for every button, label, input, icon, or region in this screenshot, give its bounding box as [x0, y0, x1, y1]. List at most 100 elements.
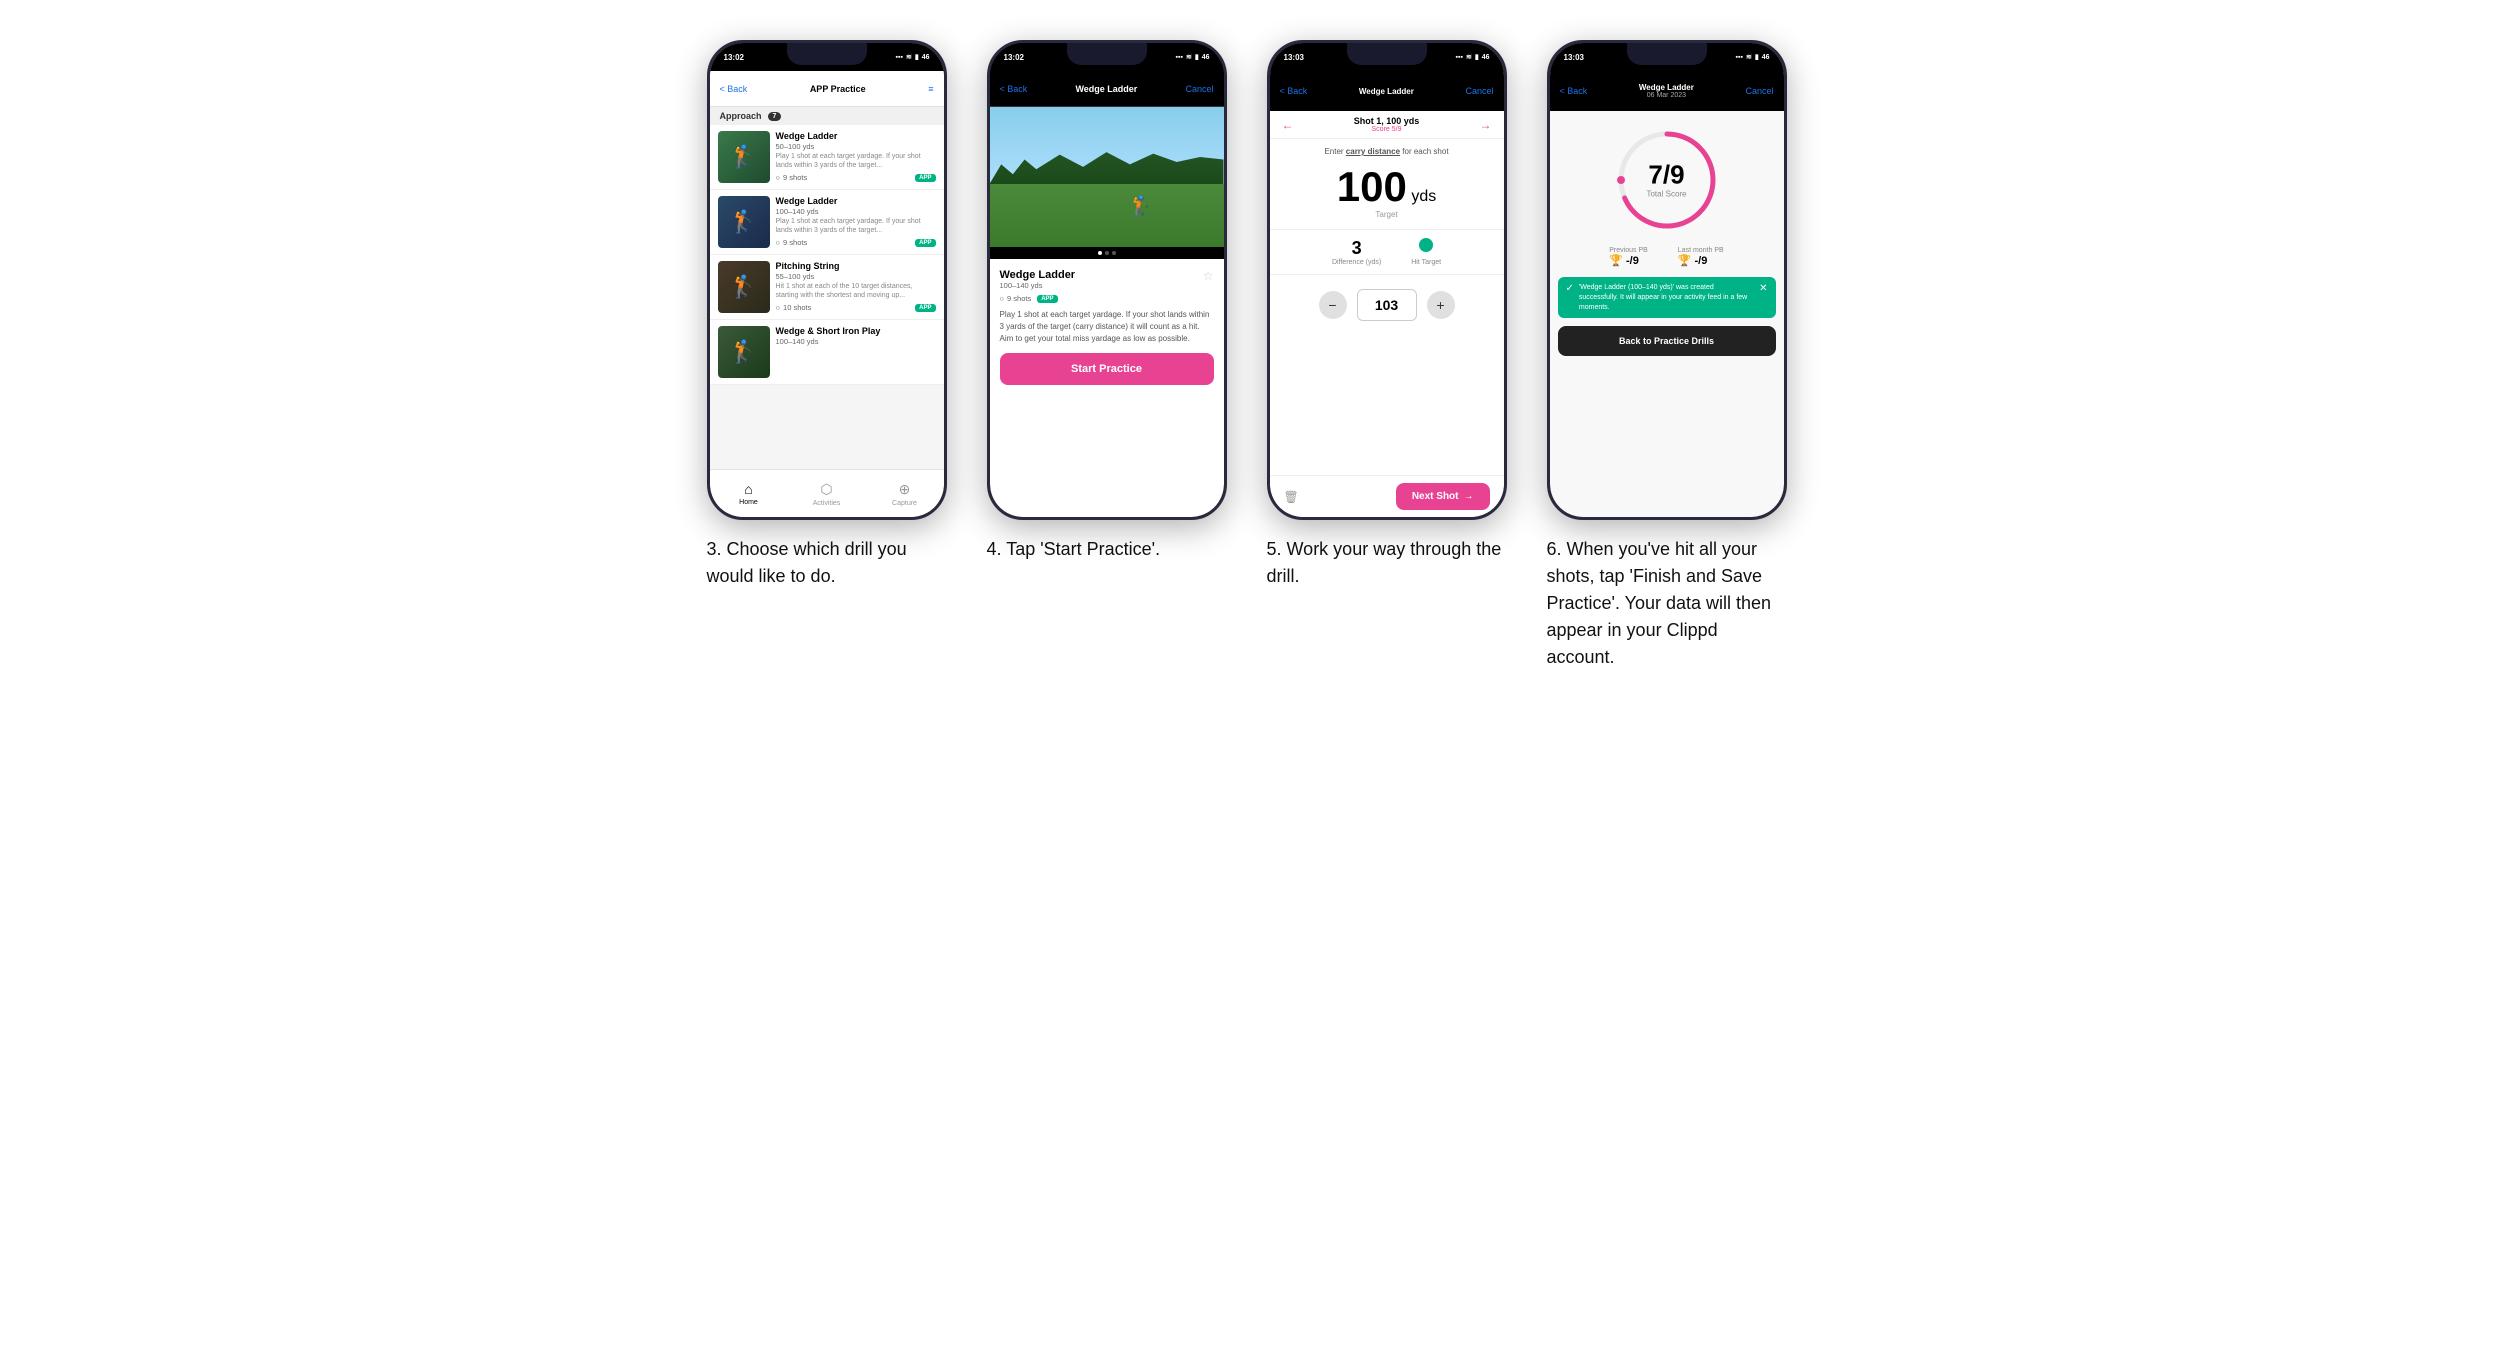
drill-info-3: Wedge & Short Iron Play 100–140 yds	[776, 326, 936, 378]
drill-name-1: Wedge Ladder	[776, 196, 936, 206]
golfer-icon-0: 🏌️	[730, 144, 757, 170]
drill-info-1: Wedge Ladder 100–140 yds Play 1 shot at …	[776, 196, 936, 248]
caption-2: 4. Tap 'Start Practice'.	[987, 536, 1227, 563]
phone-notch-1	[787, 43, 867, 65]
dot-1	[1098, 251, 1102, 255]
drill-thumb-1: 🏌️	[718, 196, 770, 248]
caption-4: 6. When you've hit all your shots, tap '…	[1547, 536, 1787, 671]
cancel-button-2[interactable]: Cancel	[1185, 84, 1213, 94]
nav-bar-2: < Back Wedge Ladder Cancel	[990, 71, 1224, 107]
phone-frame-1: 13:02 ▪▪▪ ≋ ▮ 46 < Back APP Practice ≡	[707, 40, 947, 520]
tab-home[interactable]: ⌂ Home	[710, 470, 788, 517]
drill-footer-1: ○ 9 shots APP	[776, 238, 936, 247]
target-yds: 100	[1337, 163, 1407, 210]
back-button-2[interactable]: < Back	[1000, 84, 1028, 94]
nav-title-3: Wedge Ladder	[1307, 87, 1465, 96]
signal-icon-4: ▪▪▪	[1736, 54, 1743, 61]
phone-screen-1: 13:02 ▪▪▪ ≋ ▮ 46 < Back APP Practice ≡	[710, 43, 944, 517]
next-shot-bar: 🗑 Next Shot →	[1270, 475, 1504, 517]
battery-icon-2: ▮	[1195, 53, 1199, 61]
status-icons-2: ▪▪▪ ≋ ▮ 46	[1176, 53, 1210, 61]
drill-yds-3: 100–140 yds	[776, 337, 936, 346]
clock-icon-p2: ○	[1000, 294, 1005, 303]
drill-name-p2: Wedge Ladder	[1000, 269, 1076, 281]
carry-instruction: Enter carry distance for each shot	[1270, 139, 1504, 160]
drill-image-2: 🏌️	[718, 261, 770, 313]
nav-bar-1: < Back APP Practice ≡	[710, 71, 944, 107]
wifi-icon-4: ≋	[1746, 53, 1752, 61]
cancel-button-4[interactable]: Cancel	[1745, 86, 1773, 96]
shots-1: ○ 9 shots	[776, 238, 808, 247]
drill-info-p2: Wedge Ladder 100–140 yds	[1000, 269, 1076, 290]
capture-icon: ⊕	[899, 481, 911, 498]
drill-header-row: Wedge Ladder 100–140 yds ☆	[1000, 269, 1214, 290]
next-shot-button[interactable]: Next Shot →	[1396, 483, 1490, 510]
drill-item-1[interactable]: 🏌️ Wedge Ladder 100–140 yds Play 1 shot …	[710, 190, 944, 255]
drill-yds-2: 55–100 yds	[776, 272, 936, 281]
wifi-icon-2: ≋	[1186, 53, 1192, 61]
shots-2: ○ 10 shots	[776, 303, 812, 312]
drill-yds-1: 100–140 yds	[776, 207, 936, 216]
menu-icon-1[interactable]: ≡	[928, 84, 933, 94]
decrease-button[interactable]: −	[1319, 291, 1347, 319]
drill-yds-p2: 100–140 yds	[1000, 281, 1076, 290]
next-arrow[interactable]: →	[1480, 118, 1492, 132]
caption-3: 5. Work your way through the drill.	[1267, 536, 1507, 590]
phones-row: 13:02 ▪▪▪ ≋ ▮ 46 < Back APP Practice ≡	[552, 40, 1952, 671]
hit-target-label: Hit Target	[1411, 259, 1441, 266]
phone-col-1: 13:02 ▪▪▪ ≋ ▮ 46 < Back APP Practice ≡	[707, 40, 957, 590]
drill-item-0[interactable]: 🏌️ Wedge Ladder 50–100 yds Play 1 shot a…	[710, 125, 944, 190]
tab-capture[interactable]: ⊕ Capture	[866, 470, 944, 517]
cancel-button-3[interactable]: Cancel	[1465, 86, 1493, 96]
golfer-icon-2: 🏌️	[730, 274, 757, 300]
hit-circle-icon	[1419, 238, 1433, 252]
drill-image-1: 🏌️	[718, 196, 770, 248]
clock-icon-2: ○	[776, 303, 781, 312]
status-time-2: 13:02	[1004, 53, 1024, 62]
drill-footer-2: ○ 10 shots APP	[776, 303, 936, 312]
section-header-1: Approach 7	[710, 107, 944, 125]
back-button-1[interactable]: < Back	[720, 84, 748, 94]
drill-image-0: 🏌️	[718, 131, 770, 183]
drill-thumb-0: 🏌️	[718, 131, 770, 183]
nav-bar-3: < Back Wedge Ladder Cancel	[1270, 71, 1504, 111]
golfer-icon-1: 🏌️	[730, 209, 757, 235]
increase-button[interactable]: +	[1427, 291, 1455, 319]
phone-col-4: 13:03 ▪▪▪ ≋ ▮ 46 < Back Wedge Ladder 06 …	[1547, 40, 1797, 671]
drill-name-3: Wedge & Short Iron Play	[776, 326, 936, 336]
battery-icon-4: ▮	[1755, 53, 1759, 61]
back-to-drills-button[interactable]: Back to Practice Drills	[1558, 326, 1776, 356]
delete-icon[interactable]: 🗑	[1284, 490, 1299, 504]
close-toast-icon[interactable]: ✕	[1759, 283, 1767, 294]
start-practice-button[interactable]: Start Practice	[1000, 353, 1214, 385]
drill-image-3: 🏌️	[718, 326, 770, 378]
clock-icon-0: ○	[776, 173, 781, 182]
phone-frame-3: 13:03 ▪▪▪ ≋ ▮ 46 < Back Wedge Ladder Can…	[1267, 40, 1507, 520]
score-big: 7/9	[1646, 162, 1686, 188]
bottom-tabs: ⌂ Home ⬡ Activities ⊕ Capture	[710, 469, 944, 517]
section-label: Approach	[720, 111, 762, 121]
back-button-3[interactable]: < Back	[1280, 86, 1308, 96]
last-pb-item: Last month PB 🏆 -/9	[1678, 247, 1724, 267]
grass-bg	[990, 184, 1224, 247]
wifi-icon: ≋	[906, 53, 912, 61]
golfer-icon-3: 🏌️	[730, 339, 757, 365]
difference-metric: 3 Difference (yds)	[1332, 238, 1381, 266]
score-label: Score 5/9	[1354, 126, 1420, 133]
phone-screen-2: 13:02 ▪▪▪ ≋ ▮ 46 < Back Wedge Ladder Can…	[990, 43, 1224, 517]
home-icon: ⌂	[744, 481, 752, 497]
nav-title-2: Wedge Ladder	[1027, 84, 1185, 94]
phone-screen-4: 13:03 ▪▪▪ ≋ ▮ 46 < Back Wedge Ladder 06 …	[1550, 43, 1784, 517]
prev-arrow[interactable]: ←	[1282, 118, 1294, 132]
status-time-3: 13:03	[1284, 53, 1304, 62]
drill-item-2[interactable]: 🏌️ Pitching String 55–100 yds Hit 1 shot…	[710, 255, 944, 320]
shot-input[interactable]: 103	[1357, 289, 1417, 321]
hit-target-metric: Hit Target	[1411, 238, 1441, 266]
section-badge: 7	[768, 112, 782, 121]
shot-nav: ← Shot 1, 100 yds Score 5/9 →	[1270, 111, 1504, 139]
golfer-figure: 🏌️	[1128, 194, 1153, 219]
success-toast: ✓ 'Wedge Ladder (100–140 yds)' was creat…	[1558, 277, 1776, 318]
back-button-4[interactable]: < Back	[1560, 86, 1588, 96]
drill-item-3[interactable]: 🏌️ Wedge & Short Iron Play 100–140 yds	[710, 320, 944, 385]
tab-activities[interactable]: ⬡ Activities	[788, 470, 866, 517]
